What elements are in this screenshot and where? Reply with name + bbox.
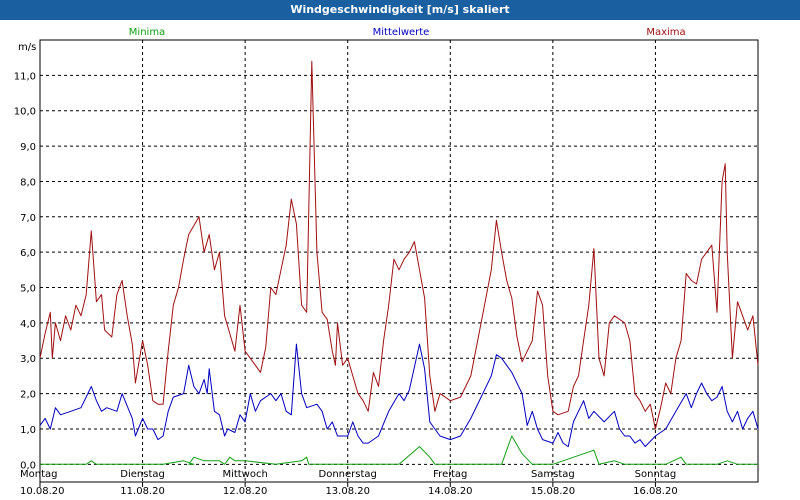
window-title: Windgeschwindigkeit [m/s] skaliert — [0, 0, 800, 20]
plot-area — [39, 39, 759, 483]
x-tick-weekday: Samstag — [531, 469, 575, 480]
legend-entry-minima: Minima — [129, 27, 165, 38]
y-axis: 0,01,02,03,04,05,06,07,08,09,010,011,0 — [14, 71, 36, 471]
x-tick-date: 15.08.20 — [531, 486, 576, 497]
wind-speed-chart: 0,01,02,03,04,05,06,07,08,09,010,011,0 M… — [14, 27, 759, 497]
y-tick-label: 4,0 — [20, 319, 36, 330]
x-tick-date: 12.08.20 — [223, 486, 268, 497]
y-tick-label: 2,0 — [20, 390, 36, 401]
legend: Minima Mittelwerte Maxima — [129, 27, 686, 38]
x-tick-date: 10.08.20 — [20, 486, 65, 497]
x-tick-weekday: Donnerstag — [319, 469, 377, 480]
x-tick-weekday: Dienstag — [120, 469, 165, 480]
y-tick-label: 1,0 — [20, 425, 36, 436]
legend-entry-maxima: Maxima — [646, 27, 685, 38]
y-tick-label: 10,0 — [14, 107, 36, 118]
x-tick-date: 16.08.20 — [633, 486, 678, 497]
y-tick-label: 3,0 — [20, 354, 36, 365]
x-tick-date: 11.08.20 — [120, 486, 165, 497]
y-tick-label: 5,0 — [20, 284, 36, 295]
y-tick-label: 7,0 — [20, 213, 36, 224]
y-tick-label: 8,0 — [20, 177, 36, 188]
x-tick-date: 13.08.20 — [325, 486, 370, 497]
x-tick-date: 14.08.20 — [428, 486, 473, 497]
x-tick-weekday: Mittwoch — [222, 469, 267, 480]
y-tick-label: 9,0 — [20, 142, 36, 153]
x-tick-weekday: Sonntag — [635, 469, 677, 480]
x-tick-weekday: Freitag — [433, 469, 467, 480]
chart-window: Windgeschwindigkeit [m/s] skaliert 0,0 1,… — [0, 0, 800, 500]
y-tick-label: 6,0 — [20, 248, 36, 259]
y-tick-label: 11,0 — [14, 71, 36, 82]
x-tick-weekday: Montag — [20, 469, 57, 480]
legend-entry-mittelwerte: Mittelwerte — [373, 27, 430, 38]
y-axis-unit: m/s — [18, 42, 36, 53]
